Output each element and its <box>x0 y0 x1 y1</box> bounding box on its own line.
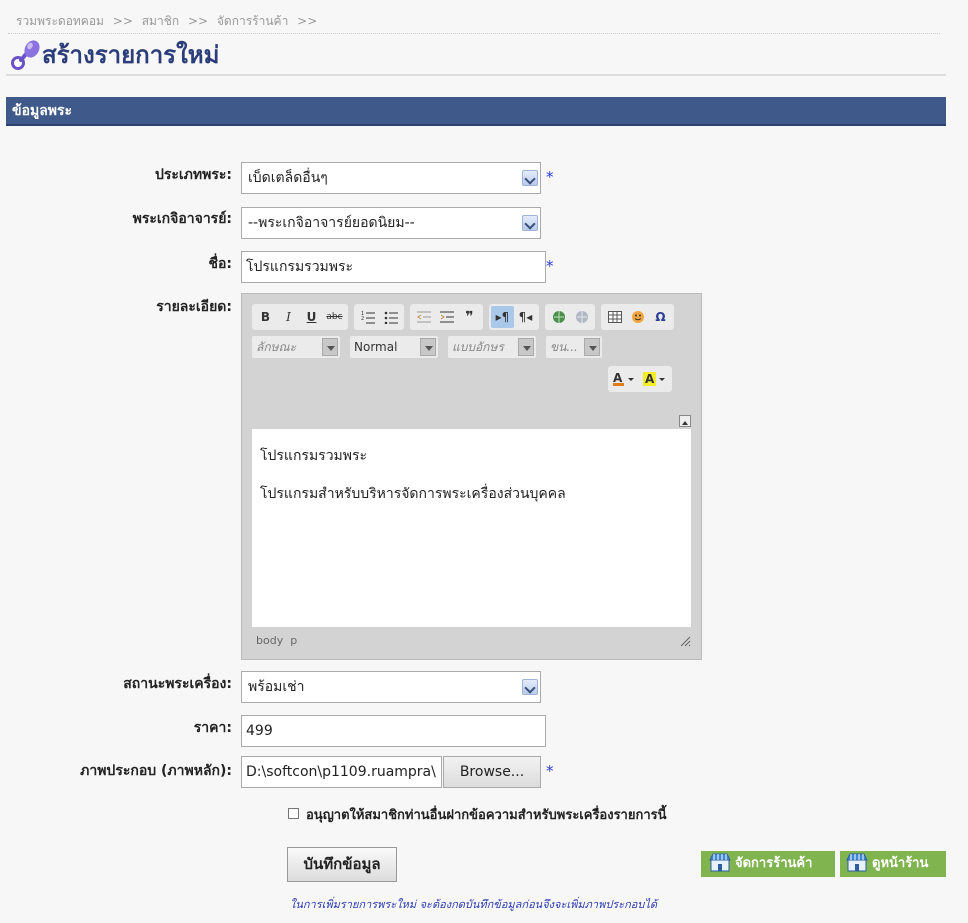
collapse-toolbar-icon[interactable] <box>679 415 691 427</box>
svg-text:A: A <box>613 371 623 385</box>
chevron-down-icon[interactable] <box>584 338 600 356</box>
chevron-down-icon[interactable] <box>522 170 538 186</box>
shop-icon <box>846 852 868 872</box>
monk-select-value: --พระเกจิอาจารย์ยอดนิยม-- <box>248 215 415 231</box>
breadcrumb: รวมพระดอทคอม >> สมาชิก >> จัดการร้านค้า … <box>16 12 322 31</box>
table-icon[interactable] <box>603 306 626 328</box>
bullet-list-icon[interactable] <box>379 306 402 328</box>
toolbar-group-format: B I U abc <box>252 304 348 330</box>
style-combo-value: ลักษณะ <box>256 340 297 354</box>
toolbar-group-direction: ▸¶ ¶◂ <box>489 304 539 330</box>
underline-icon[interactable]: U <box>300 306 323 328</box>
resize-handle-icon[interactable] <box>679 635 691 651</box>
pin-icon <box>6 38 40 70</box>
size-combo-value: ขน... <box>550 340 578 354</box>
italic-icon[interactable]: I <box>277 306 300 328</box>
strikethrough-icon[interactable]: abc <box>323 306 346 328</box>
path-body[interactable]: body <box>256 634 283 647</box>
detail-label: รายละเอียด: <box>156 299 232 315</box>
allow-comments-checkbox[interactable] <box>288 808 299 819</box>
element-path: body p <box>256 634 297 647</box>
indent-icon[interactable] <box>435 306 458 328</box>
link-icon[interactable] <box>547 306 570 328</box>
svg-text:A: A <box>645 372 655 386</box>
toolbar-group-insert: Ω <box>601 304 674 330</box>
breadcrumb-shop-link[interactable]: จัดการร้านค้า <box>217 14 288 28</box>
page-title: สร้างรายการใหม่ <box>42 40 220 69</box>
path-p[interactable]: p <box>290 634 297 647</box>
status-select[interactable]: พร้อมเช่า <box>241 671 541 703</box>
omega-icon[interactable]: Ω <box>649 306 672 328</box>
status-select-value: พร้อมเช่า <box>248 679 305 695</box>
image-file-input[interactable]: D:\softcon\p1109.ruampra\ <box>241 756 442 788</box>
save-button[interactable]: บันทึกข้อมูล <box>287 847 397 882</box>
outdent-icon[interactable] <box>412 306 435 328</box>
required-marker: * <box>546 257 554 275</box>
required-marker: * <box>546 762 554 780</box>
view-shop-label: ดูหน้าร้าน <box>872 856 929 871</box>
format-combo-value: Normal <box>354 340 398 354</box>
type-label: ประเภทพระ: <box>154 167 232 183</box>
font-combo-value: แบบอักษร <box>452 340 504 354</box>
ltr-icon[interactable]: ▸¶ <box>491 306 514 328</box>
toolbar-group-indent: ❞ <box>410 304 483 330</box>
editor-paragraph: โปรแกรมรวมพระ <box>260 448 368 464</box>
title-divider <box>6 74 946 76</box>
price-input[interactable]: 499 <box>241 715 546 747</box>
name-input[interactable]: โปรแกรมรวมพระ <box>241 251 546 283</box>
bold-icon[interactable]: B <box>254 306 277 328</box>
blockquote-icon[interactable]: ❞ <box>458 306 481 328</box>
browse-button[interactable]: Browse... <box>443 756 541 788</box>
background-color-icon[interactable]: A <box>640 368 670 390</box>
style-combo[interactable]: ลักษณะ <box>252 336 340 358</box>
price-label: ราคา: <box>193 720 232 736</box>
type-select[interactable]: เบ็ดเตล็ดอื่นๆ <box>241 162 541 194</box>
page-header: สร้างรายการใหม่ <box>6 36 219 72</box>
footnote: ในการเพิ่มรายการพระใหม่ จะต้องกดบันทึกข้… <box>290 898 658 911</box>
editor-paragraph: โปรแกรมสำหรับบริหารจัดการพระเครื่องส่วนบ… <box>260 486 566 502</box>
smiley-icon[interactable] <box>626 306 649 328</box>
toolbar-group-list: 12 <box>354 304 404 330</box>
chevron-down-icon[interactable] <box>522 679 538 695</box>
numbered-list-icon[interactable]: 12 <box>356 306 379 328</box>
breadcrumb-member-link[interactable]: สมาชิก <box>142 14 179 28</box>
allow-comments-label: อนุญาตให้สมาชิกท่านอื่นฝากข้อความสำหรับพ… <box>306 808 667 823</box>
manage-shop-button[interactable]: จัดการร้านค้า <box>701 851 835 877</box>
font-combo[interactable]: แบบอักษร <box>448 336 536 358</box>
shop-icon <box>709 852 731 872</box>
image-label: ภาพประกอบ (ภาพหลัก): <box>80 763 232 779</box>
editor-toolbar: B I U abc 12 ❞ ▸¶ ¶◂ Ω <box>252 304 680 330</box>
manage-shop-label: จัดการร้านค้า <box>735 856 813 871</box>
rtl-icon[interactable]: ¶◂ <box>514 306 537 328</box>
section-header: ข้อมูลพระ <box>6 97 946 126</box>
monk-label: พระเกจิอาจารย์: <box>132 211 232 227</box>
editor-toolbar-colors: A A <box>608 366 672 392</box>
chevron-down-icon[interactable] <box>420 338 436 356</box>
name-label: ชื่อ: <box>208 256 232 272</box>
format-combo[interactable]: Normal <box>350 336 438 358</box>
chevron-down-icon[interactable] <box>518 338 534 356</box>
breadcrumb-separator: >> <box>297 14 318 28</box>
breadcrumb-separator: >> <box>112 14 133 28</box>
svg-text:2: 2 <box>361 316 364 322</box>
chevron-down-icon[interactable] <box>322 338 338 356</box>
breadcrumb-separator: >> <box>187 14 209 28</box>
type-select-value: เบ็ดเตล็ดอื่นๆ <box>248 170 328 186</box>
toolbar-group-color: A A <box>608 366 672 392</box>
size-combo[interactable]: ขน... <box>546 336 602 358</box>
editor-content[interactable]: โปรแกรมรวมพระ โปรแกรมสำหรับบริหารจัดการพ… <box>252 429 691 627</box>
monk-select[interactable]: --พระเกจิอาจารย์ยอดนิยม-- <box>241 207 541 239</box>
breadcrumb-home-link[interactable]: รวมพระดอทคอม <box>16 14 104 28</box>
chevron-down-icon[interactable] <box>522 215 538 231</box>
status-label: สถานะพระเครื่อง: <box>123 676 232 692</box>
view-shop-button[interactable]: ดูหน้าร้าน <box>840 851 946 877</box>
rich-text-editor: B I U abc 12 ❞ ▸¶ ¶◂ Ω ลักษณะ Normal แบบ… <box>241 293 702 660</box>
toolbar-group-link <box>545 304 595 330</box>
required-marker: * <box>546 168 554 186</box>
unlink-icon[interactable] <box>570 306 593 328</box>
text-color-icon[interactable]: A <box>610 368 640 390</box>
